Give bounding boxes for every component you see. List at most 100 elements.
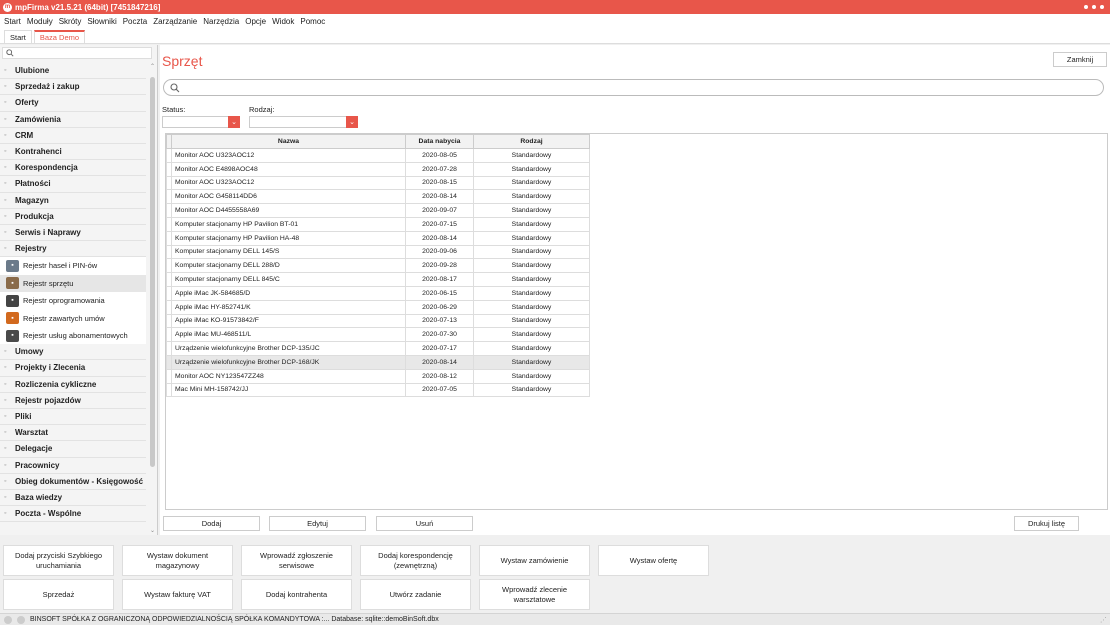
- table-row[interactable]: Monitor AOC U323AOC12 2020-08-05 Standardo…: [166, 148, 590, 163]
- quick-action-button[interactable]: Sprzedaż: [3, 579, 114, 610]
- sidebar-item-pracownicy[interactable]: ◦ Pracownicy: [0, 457, 146, 474]
- table-cell: 2020-07-13: [405, 313, 474, 329]
- quick-action-button[interactable]: Wystaw dokument magazynowy: [122, 545, 233, 576]
- delete-button[interactable]: Usuń: [376, 516, 473, 531]
- sidebar-item-pliki[interactable]: ◦ Pliki: [0, 408, 146, 426]
- tab-baza-demo[interactable]: Baza Demo: [33, 30, 86, 43]
- menu-item-moduły[interactable]: Moduły: [27, 17, 53, 26]
- table-cell: Standardowy: [473, 216, 590, 232]
- sidebar-item-baza-wiedzy[interactable]: ◦ Baza wiedzy: [0, 489, 146, 507]
- tab-start[interactable]: Start: [4, 30, 32, 43]
- sidebar-item-korespondencja[interactable]: ◦ Korespondencja: [0, 160, 146, 177]
- sidebar-subitem[interactable]: ▪ Rejestr oprogramowania: [0, 292, 146, 309]
- sidebar-item-sprzedaż-i-zakup[interactable]: ◦ Sprzedaż i zakup: [0, 79, 146, 96]
- sidebar-item-obieg-dokumentów-księgowość[interactable]: ◦ Obieg dokumentów - Księgowość: [0, 473, 146, 490]
- print-list-button[interactable]: Drukuj listę: [1014, 516, 1079, 531]
- menu-item-opcje[interactable]: Opcje: [245, 17, 266, 26]
- table-row[interactable]: Apple iMac HY-852741/K 2020-06-29 Standard…: [166, 299, 590, 315]
- table-row[interactable]: Urządzenie wielofunkcyjne Brother DCP-13…: [166, 341, 590, 356]
- sidebar-item-poczta-wspólne[interactable]: ◦ Poczta - Wspólne: [0, 506, 146, 523]
- close-button[interactable]: Zamknij: [1053, 52, 1107, 67]
- table-row[interactable]: Komputer stacjonarny HP Pavilion HA-48 20…: [166, 230, 590, 246]
- sidebar-item-produkcja[interactable]: ◦ Produkcja: [0, 208, 146, 225]
- quick-action-button[interactable]: Wprowadź zgłoszenie serwisowe: [241, 545, 352, 576]
- sidebar-item-crm[interactable]: ◦ CRM: [0, 127, 146, 144]
- sidebar-item-rozliczenia-cykliczne[interactable]: ◦ Rozliczenia cykliczne: [0, 376, 146, 393]
- sidebar-scrollbar[interactable]: ⌃ ⌄: [149, 61, 156, 536]
- table-row[interactable]: Monitor AOC D4455558A69 2020-09-07 Standar…: [166, 203, 590, 218]
- menu-item-pomoc[interactable]: Pomoc: [300, 17, 325, 26]
- sidebar-subitem[interactable]: ▪ Rejestr haseł i PIN-ów: [0, 257, 146, 274]
- column-header[interactable]: Rodzaj: [473, 134, 590, 149]
- menu-bar: Start Moduły Skróty Słowniki Poczta Zarządzan…: [0, 14, 1110, 28]
- type-filter-select[interactable]: ⌄: [249, 116, 358, 128]
- table-row[interactable]: Monitor AOC NY123547ZZ48 2020-08-12 Standa…: [166, 368, 590, 384]
- table-row[interactable]: Komputer stacjonarny DELL 145/S 2020-09-0…: [166, 244, 590, 260]
- add-button[interactable]: Dodaj: [163, 516, 260, 531]
- column-header[interactable]: Data nabycia: [405, 134, 474, 149]
- quick-action-button[interactable]: Dodaj przyciski Szybkiego uruchamiania: [3, 545, 114, 576]
- menu-item-widok[interactable]: Widok: [272, 17, 294, 26]
- menu-item-słowniki[interactable]: Słowniki: [87, 17, 116, 26]
- sidebar-item-warsztat[interactable]: ◦ Warsztat: [0, 425, 146, 442]
- table-row[interactable]: Monitor AOC U323AOC12 2020-08-15 Standardo…: [166, 175, 590, 191]
- table-row[interactable]: Komputer stacjonarny HP Pavilion BT-01 20…: [166, 216, 590, 232]
- table-row[interactable]: Komputer stacjonarny DELL 288/D 2020-09-2…: [166, 258, 590, 274]
- sidebar-item-ulubione[interactable]: ◦ Ulubione: [0, 63, 146, 80]
- sidebar-item-rejestr-pojazdów[interactable]: ◦ Rejestr pojazdów: [0, 392, 146, 409]
- sidebar-item-oferty[interactable]: ◦ Oferty: [0, 95, 146, 112]
- sidebar-item-kontrahenci[interactable]: ◦ Kontrahenci: [0, 143, 146, 161]
- main-search-input[interactable]: [163, 79, 1104, 96]
- chevron-icon: ◦: [4, 67, 7, 75]
- sidebar-item-zamówienia[interactable]: ◦ Zamówienia: [0, 111, 146, 128]
- table-row[interactable]: Monitor AOC E4898AOC48 2020-07-28 Standard…: [166, 161, 590, 177]
- sidebar-search-input[interactable]: [2, 47, 152, 59]
- quick-action-button[interactable]: Dodaj kontrahenta: [241, 579, 352, 610]
- sidebar-item-label: Płatności: [15, 179, 51, 189]
- chevron-up-icon[interactable]: ⌃: [149, 63, 156, 70]
- menu-item-poczta[interactable]: Poczta: [123, 17, 147, 26]
- menu-item-narzędzia[interactable]: Narzędzia: [203, 17, 239, 26]
- table-row[interactable]: Mac Mini MH-158742/JJ 2020-07-05 Standardo…: [166, 382, 590, 398]
- edit-button[interactable]: Edytuj: [269, 516, 366, 531]
- sidebar-item-płatności[interactable]: ◦ Płatności: [0, 176, 146, 193]
- quick-action-button[interactable]: Wystaw ofertę: [598, 545, 709, 576]
- sidebar-item-label: Sprzedaż i zakup: [15, 82, 80, 92]
- sidebar-item-serwis-i-naprawy[interactable]: ◦ Serwis i Naprawy: [0, 224, 146, 242]
- window-dot-icon[interactable]: [1092, 5, 1096, 9]
- column-header[interactable]: Nazwa: [171, 134, 406, 149]
- quick-action-button[interactable]: Wystaw fakturę VAT: [122, 579, 233, 610]
- window-dot-icon[interactable]: [1100, 5, 1104, 9]
- menu-item-zarządzanie[interactable]: Zarządzanie: [153, 17, 197, 26]
- scrollbar-thumb[interactable]: [150, 77, 155, 467]
- status-filter-select[interactable]: ⌄: [162, 116, 240, 128]
- table-row[interactable]: Komputer stacjonarny DELL 845/C 2020-08-1…: [166, 272, 590, 287]
- quick-action-button[interactable]: Wprowadź zlecenie warsztatowe: [479, 579, 590, 610]
- sidebar-item-umowy[interactable]: ◦ Umowy: [0, 344, 146, 361]
- table-cell: Standardowy: [473, 244, 590, 260]
- sidebar-subitem[interactable]: ▪ Rejestr sprzętu: [0, 274, 146, 293]
- resize-grip-icon[interactable]: ⋰: [1100, 616, 1107, 624]
- table-row[interactable]: Monitor AOC G458114DD6 2020-08-14 Standard…: [166, 189, 590, 205]
- quick-action-button[interactable]: Dodaj korespondencję (zewnętrzną): [360, 545, 471, 576]
- table-cell: Monitor AOC E4898AOC48: [171, 161, 406, 177]
- sidebar-item-rejestry[interactable]: ◦ Rejestry: [0, 241, 146, 258]
- chevron-down-icon[interactable]: ⌄: [346, 116, 358, 128]
- quick-action-button[interactable]: Utwórz zadanie: [360, 579, 471, 610]
- chevron-down-icon[interactable]: ⌄: [228, 116, 240, 128]
- sidebar-item-projekty-i-zlecenia[interactable]: ◦ Projekty i Zlecenia: [0, 360, 146, 377]
- menu-item-start[interactable]: Start: [4, 17, 21, 26]
- sidebar-item-delegacje[interactable]: ◦ Delegacje: [0, 441, 146, 458]
- sidebar-subitem[interactable]: ▪ Rejestr usług abonamentowych: [0, 327, 146, 344]
- quick-action-button[interactable]: Wystaw zamówienie: [479, 545, 590, 576]
- table-row[interactable]: Apple iMac MU-468511/L 2020-07-30 Standard…: [166, 327, 590, 343]
- sidebar-item-label: Produkcja: [15, 211, 54, 221]
- table-row[interactable]: Urządzenie wielofunkcyjne Brother DCP-16…: [166, 354, 590, 370]
- sidebar-item-magazyn[interactable]: ◦ Magazyn: [0, 192, 146, 209]
- table-row[interactable]: Apple iMac KO-91573842/F 2020-07-13 Standa…: [166, 313, 590, 329]
- chevron-down-icon[interactable]: ⌄: [149, 527, 156, 534]
- menu-item-skróty[interactable]: Skróty: [59, 17, 82, 26]
- window-dot-icon[interactable]: [1084, 5, 1088, 9]
- sidebar-subitem[interactable]: ▪ Rejestr zawartych umów: [0, 309, 146, 326]
- table-row[interactable]: Apple iMac JK-584685/D 2020-06-15 Standard…: [166, 285, 590, 301]
